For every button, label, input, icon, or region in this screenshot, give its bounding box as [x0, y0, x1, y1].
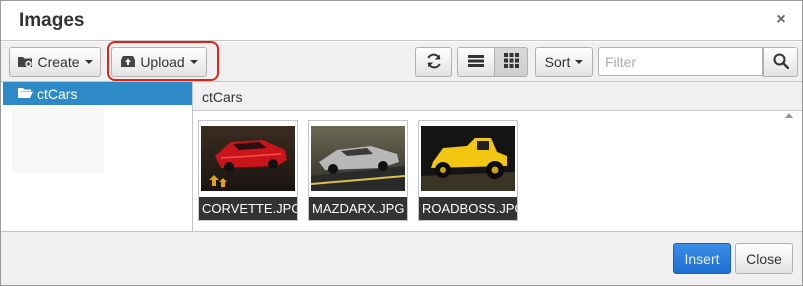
upload-button[interactable]: Upload: [111, 47, 207, 77]
file-image: [201, 126, 295, 191]
sort-button-label: Sort: [544, 54, 571, 70]
file-thumbnail[interactable]: ROADBOSS.JPG: [418, 120, 518, 221]
chevron-down-icon: [84, 60, 93, 64]
folder-plus-icon: [17, 54, 33, 71]
search-icon: [773, 53, 789, 72]
sidebar-item-label: ctCars: [37, 85, 78, 102]
refresh-icon: [425, 52, 443, 73]
sidebar-blank-area: [12, 108, 104, 173]
file-name: ROADBOSS.JPG: [419, 197, 517, 220]
search-button[interactable]: [763, 47, 798, 77]
dialog-titlebar: Images ×: [1, 1, 802, 41]
create-button-label: Create: [37, 54, 80, 70]
refresh-button[interactable]: [415, 47, 452, 77]
folder-sidebar: ctCars: [2, 82, 193, 231]
file-name: CORVETTE.JPG: [199, 197, 297, 220]
sidebar-item-ctcars[interactable]: ctCars: [3, 82, 192, 105]
list-view-button[interactable]: [457, 47, 495, 77]
images-dialog: Images × Create Upload Sort Filter ctCar…: [0, 0, 803, 286]
list-view-icon: [468, 54, 484, 71]
chevron-down-icon: [575, 60, 584, 64]
insert-button[interactable]: Insert: [673, 243, 731, 274]
breadcrumb: ctCars: [193, 82, 802, 111]
close-icon[interactable]: ×: [774, 12, 788, 28]
file-image: [311, 126, 405, 191]
scroll-up-icon[interactable]: [785, 113, 793, 118]
folder-open-icon: [17, 86, 33, 102]
upload-icon: [120, 54, 136, 71]
file-thumbnail[interactable]: MAZDARX.JPG: [308, 120, 408, 221]
close-button[interactable]: Close: [735, 243, 793, 274]
filter-input[interactable]: [598, 47, 763, 76]
grid-view-icon: [503, 53, 519, 71]
file-thumbnail[interactable]: CORVETTE.JPG: [198, 120, 298, 221]
dialog-footer: Insert Close: [1, 231, 802, 285]
chevron-down-icon: [189, 60, 198, 64]
sort-button[interactable]: Sort: [535, 47, 593, 77]
grid-view-button[interactable]: [494, 47, 528, 77]
dialog-title: Images: [19, 10, 85, 31]
upload-button-label: Upload: [140, 54, 185, 70]
current-path: ctCars: [202, 89, 243, 105]
file-image: [421, 126, 515, 191]
create-button[interactable]: Create: [9, 47, 101, 77]
file-name: MAZDARX.JPG: [309, 197, 407, 220]
file-browser: ctCars CORVETTE.JPG MAZDARX.JPG ROADBOSS…: [193, 82, 802, 231]
